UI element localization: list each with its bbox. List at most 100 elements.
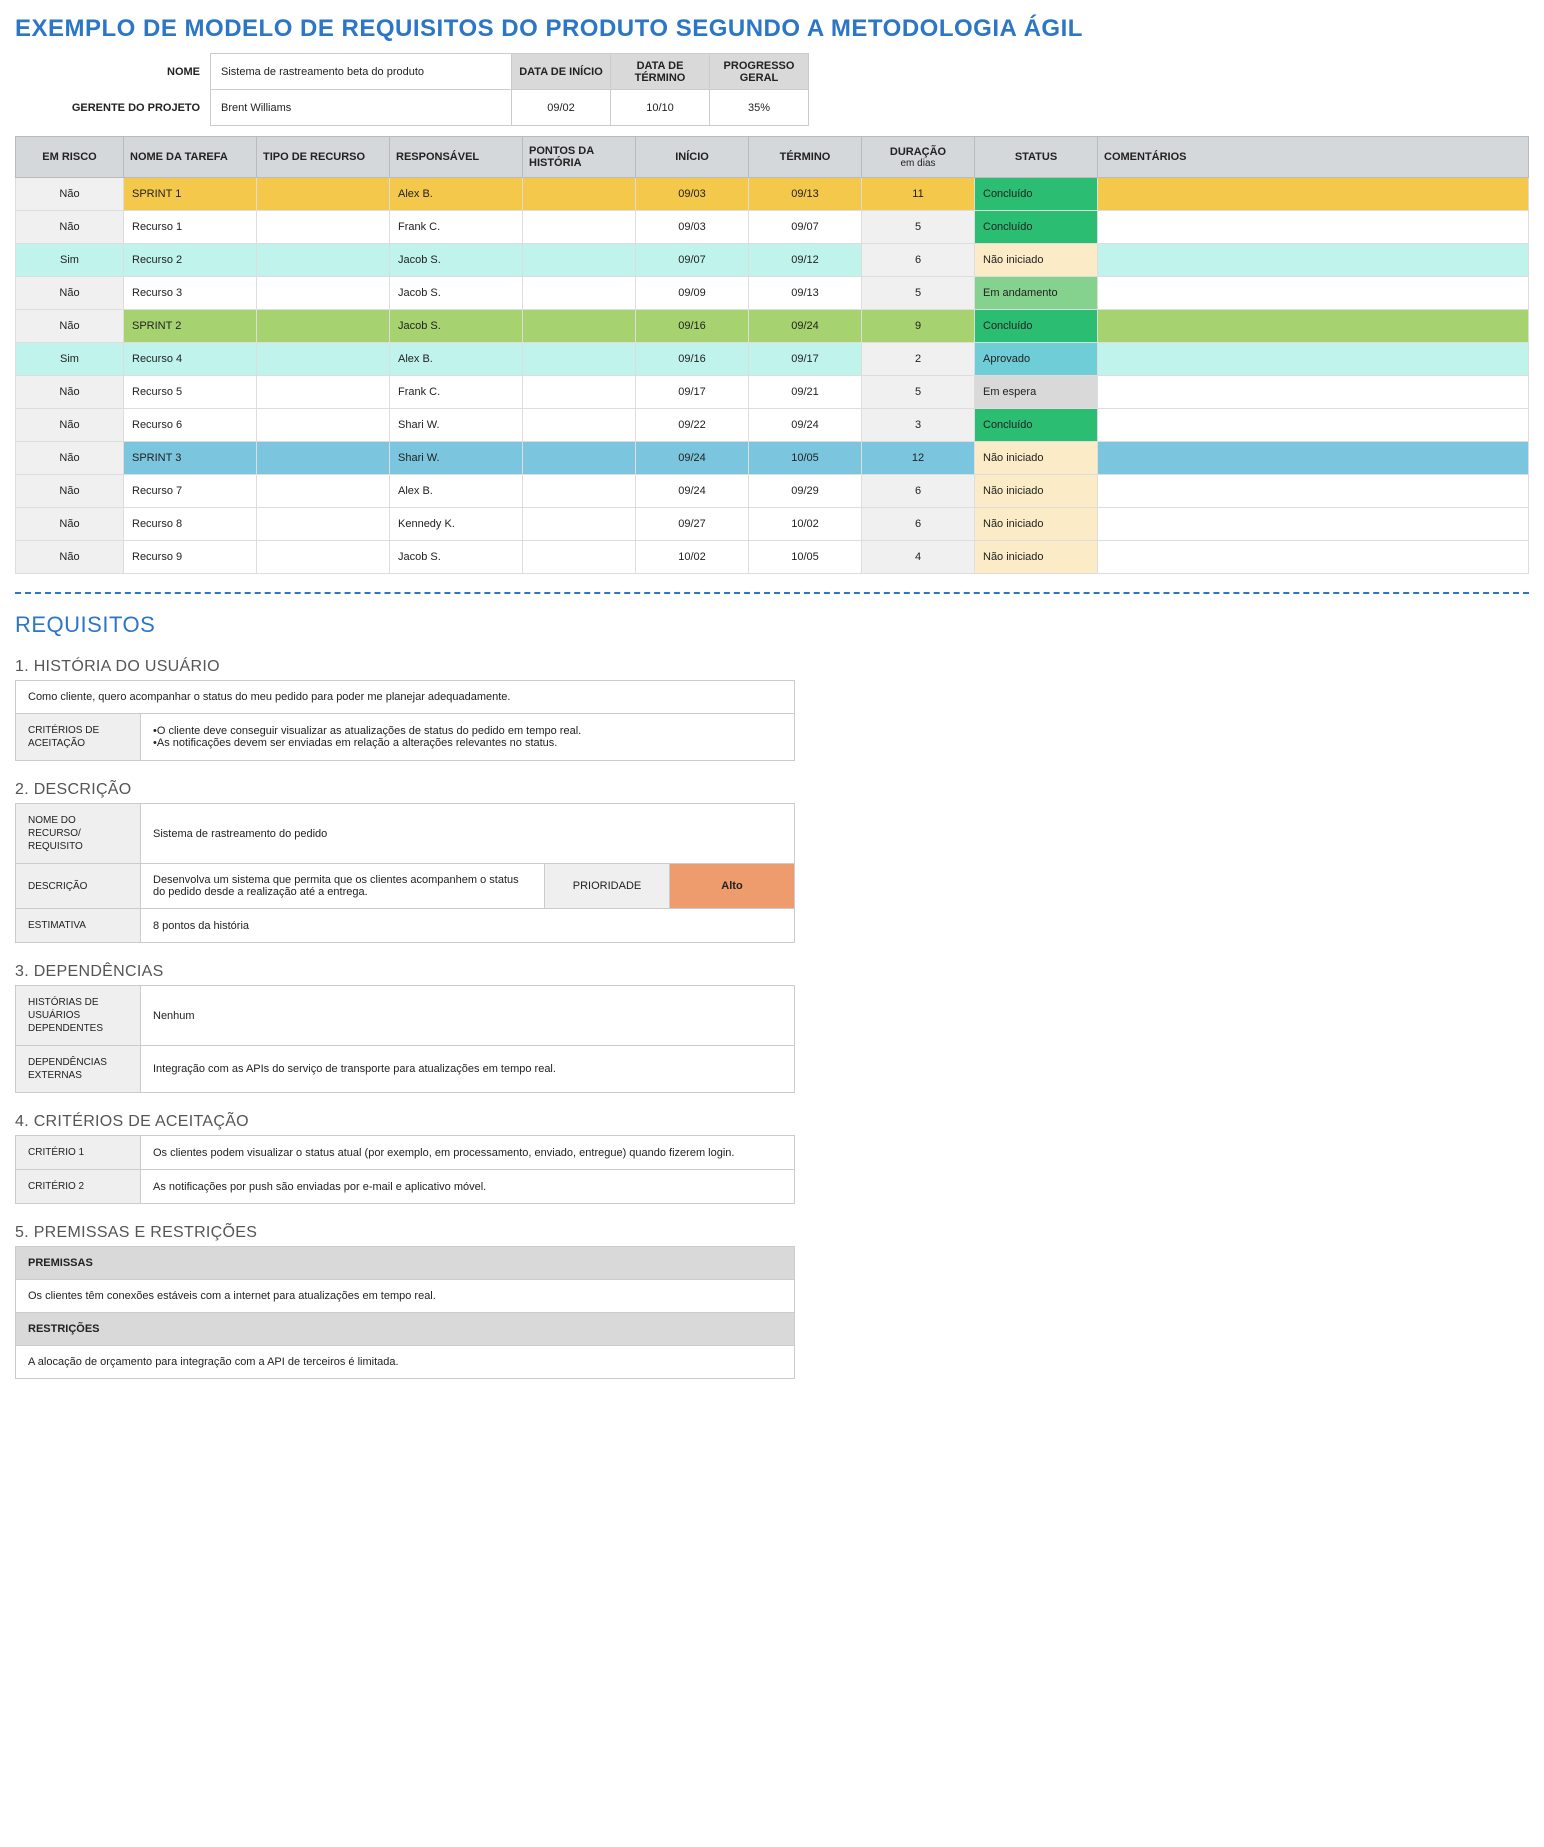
task-type xyxy=(257,475,390,508)
task-risk: Não xyxy=(16,310,124,343)
task-start: 09/27 xyxy=(636,508,749,541)
task-type xyxy=(257,211,390,244)
task-end: 09/13 xyxy=(749,178,862,211)
task-duration: 5 xyxy=(862,376,975,409)
meta-pm-label: GERENTE DO PROJETO xyxy=(15,90,211,126)
task-comments xyxy=(1098,310,1529,343)
restrictions-value: A alocação de orçamento para integração … xyxy=(16,1346,795,1379)
task-type xyxy=(257,244,390,277)
task-status: Não iniciado xyxy=(975,442,1098,475)
task-risk: Não xyxy=(16,178,124,211)
task-start: 09/03 xyxy=(636,178,749,211)
task-comments xyxy=(1098,277,1529,310)
task-status: Em espera xyxy=(975,376,1098,409)
acceptance-criteria-label: CRITÉRIOS DE ACEITAÇÃO xyxy=(16,714,141,761)
task-start: 09/24 xyxy=(636,475,749,508)
task-end: 09/24 xyxy=(749,409,862,442)
task-points xyxy=(523,541,636,574)
task-status: Concluído xyxy=(975,211,1098,244)
task-comments xyxy=(1098,178,1529,211)
sec2-heading: 2. DESCRIÇÃO xyxy=(15,781,1529,799)
task-row: NãoRecurso 6Shari W.09/2209/243Concluído xyxy=(16,409,1529,442)
task-type xyxy=(257,442,390,475)
task-points xyxy=(523,409,636,442)
task-start: 09/24 xyxy=(636,442,749,475)
task-end: 09/12 xyxy=(749,244,862,277)
task-comments xyxy=(1098,376,1529,409)
task-comments xyxy=(1098,244,1529,277)
task-end: 09/24 xyxy=(749,310,862,343)
task-points xyxy=(523,211,636,244)
task-risk: Não xyxy=(16,277,124,310)
task-status: Em andamento xyxy=(975,277,1098,310)
task-points xyxy=(523,508,636,541)
criterion2-label: CRITÉRIO 2 xyxy=(16,1170,141,1204)
th-end: TÉRMINO xyxy=(749,137,862,178)
task-comments xyxy=(1098,409,1529,442)
task-end: 10/05 xyxy=(749,442,862,475)
criterion1-value: Os clientes podem visualizar o status at… xyxy=(141,1136,795,1170)
meta-end-label: DATA DE TÉRMINO xyxy=(611,54,710,90)
task-type xyxy=(257,277,390,310)
task-start: 09/16 xyxy=(636,343,749,376)
task-row: SimRecurso 4Alex B.09/1609/172Aprovado xyxy=(16,343,1529,376)
section-divider xyxy=(15,592,1529,594)
task-points xyxy=(523,277,636,310)
task-status: Concluído xyxy=(975,310,1098,343)
th-dur: DURAÇÃOem dias xyxy=(862,137,975,178)
task-end: 10/05 xyxy=(749,541,862,574)
task-risk: Não xyxy=(16,541,124,574)
task-row: NãoSPRINT 3Shari W.09/2410/0512Não inici… xyxy=(16,442,1529,475)
task-status: Não iniciado xyxy=(975,541,1098,574)
restrictions-label: RESTRIÇÕES xyxy=(16,1313,795,1346)
th-type: TIPO DE RECURSO xyxy=(257,137,390,178)
task-header-row: EM RISCO NOME DA TAREFA TIPO DE RECURSO … xyxy=(16,137,1529,178)
task-status: Concluído xyxy=(975,409,1098,442)
th-resp: RESPONSÁVEL xyxy=(390,137,523,178)
task-duration: 6 xyxy=(862,475,975,508)
task-duration: 9 xyxy=(862,310,975,343)
task-type xyxy=(257,376,390,409)
meta-start-value: 09/02 xyxy=(512,90,611,126)
task-risk: Não xyxy=(16,376,124,409)
task-start: 09/16 xyxy=(636,310,749,343)
assumptions-label: PREMISSAS xyxy=(16,1247,795,1280)
task-points xyxy=(523,310,636,343)
sec3-heading: 3. DEPENDÊNCIAS xyxy=(15,963,1529,981)
task-row: NãoSPRINT 1Alex B.09/0309/1311Concluído xyxy=(16,178,1529,211)
th-points: PONTOS DA HISTÓRIA xyxy=(523,137,636,178)
task-comments xyxy=(1098,211,1529,244)
task-points xyxy=(523,442,636,475)
task-points xyxy=(523,178,636,211)
task-start: 09/07 xyxy=(636,244,749,277)
task-resp: Shari W. xyxy=(390,409,523,442)
task-name: Recurso 7 xyxy=(124,475,257,508)
task-status: Não iniciado xyxy=(975,244,1098,277)
task-type xyxy=(257,343,390,376)
dependent-stories-value: Nenhum xyxy=(141,986,795,1046)
task-table: EM RISCO NOME DA TAREFA TIPO DE RECURSO … xyxy=(15,136,1529,574)
task-risk: Não xyxy=(16,442,124,475)
th-status: STATUS xyxy=(975,137,1098,178)
task-resp: Frank C. xyxy=(390,211,523,244)
task-duration: 11 xyxy=(862,178,975,211)
meta-pm-value: Brent Williams xyxy=(211,90,512,126)
assumptions-value: Os clientes têm conexões estáveis com a … xyxy=(16,1280,795,1313)
feature-name-value: Sistema de rastreamento do pedido xyxy=(141,804,795,864)
acceptance-criteria-table: CRITÉRIO 1 Os clientes podem visualizar … xyxy=(15,1135,795,1204)
requirements-heading: REQUISITOS xyxy=(15,612,1529,638)
task-end: 10/02 xyxy=(749,508,862,541)
sec1-heading: 1. HISTÓRIA DO USUÁRIO xyxy=(15,658,1529,676)
task-comments xyxy=(1098,541,1529,574)
meta-end-value: 10/10 xyxy=(611,90,710,126)
task-name: Recurso 8 xyxy=(124,508,257,541)
task-comments xyxy=(1098,475,1529,508)
task-comments xyxy=(1098,442,1529,475)
task-status: Concluído xyxy=(975,178,1098,211)
task-risk: Não xyxy=(16,475,124,508)
task-start: 09/22 xyxy=(636,409,749,442)
priority-value: Alto xyxy=(670,864,795,909)
task-duration: 4 xyxy=(862,541,975,574)
task-risk: Sim xyxy=(16,343,124,376)
sec4-heading: 4. CRITÉRIOS DE ACEITAÇÃO xyxy=(15,1113,1529,1131)
